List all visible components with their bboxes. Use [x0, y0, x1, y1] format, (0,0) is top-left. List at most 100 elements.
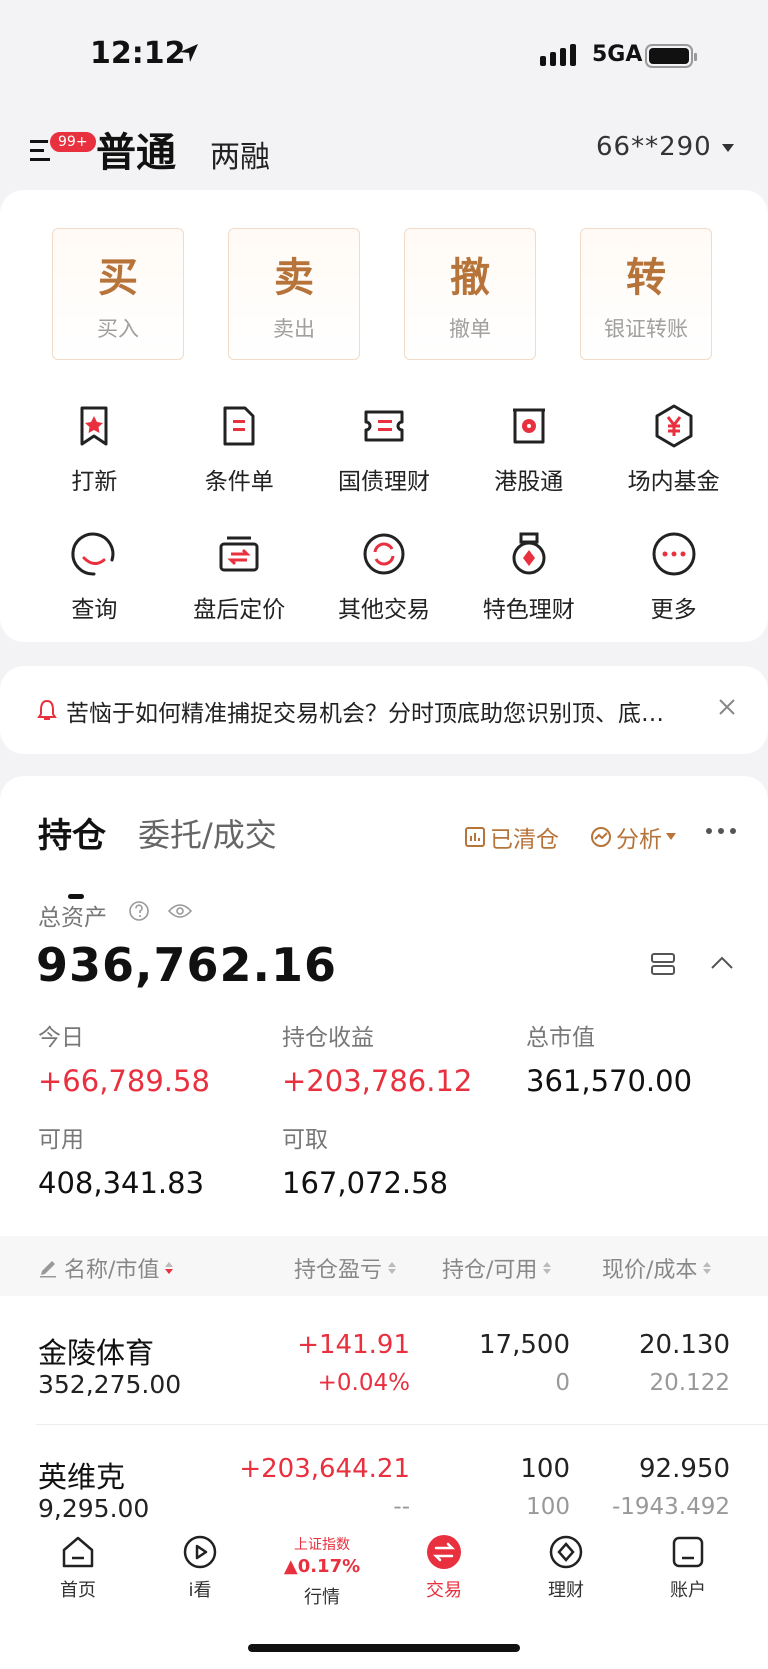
- metric-value: +203,786.12: [282, 1064, 473, 1098]
- tab-margin[interactable]: 两融: [210, 132, 270, 176]
- stock-position: 17,500: [479, 1330, 570, 1360]
- chevron-up-icon[interactable]: [710, 956, 734, 970]
- index-name: 上证指数: [294, 1537, 350, 1553]
- account-selector[interactable]: 66**290: [596, 132, 712, 162]
- total-assets-value: 936,762.16: [36, 938, 338, 992]
- chevron-down-icon[interactable]: [722, 144, 734, 152]
- stock-name: 英维克: [38, 1460, 126, 1494]
- pencil-icon: [40, 1261, 56, 1278]
- layout-toggle-icon[interactable]: [650, 952, 676, 976]
- grid-item-condition-order[interactable]: 条件单: [167, 402, 312, 496]
- tab-market[interactable]: 上证指数 ▲0.17% 行情: [272, 1534, 372, 1609]
- sort-icon: [165, 1262, 174, 1274]
- message-badge: 99+: [48, 130, 98, 154]
- grid-item-hk-connect[interactable]: 港股通: [456, 402, 601, 496]
- index-change-value: 0.17%: [297, 1556, 361, 1577]
- grid-item-query[interactable]: 查询: [22, 530, 167, 624]
- tab-finance[interactable]: 理财: [516, 1534, 616, 1602]
- status-bar: 12:12 5GA: [0, 0, 768, 110]
- bank-transfer-button[interactable]: 转 银证转账: [580, 228, 712, 360]
- medal-icon: [512, 532, 546, 575]
- tab-account[interactable]: 账户: [638, 1534, 738, 1602]
- cancel-glyph: 撤: [450, 255, 490, 301]
- total-assets-label: 总资产: [38, 905, 107, 931]
- grid-label: 盘后定价: [193, 597, 286, 623]
- buy-button[interactable]: 买 买入: [52, 228, 184, 360]
- tab-watch[interactable]: i看: [150, 1534, 250, 1602]
- cleared-button[interactable]: 已清仓: [464, 820, 559, 854]
- help-icon[interactable]: [128, 900, 150, 922]
- grid-item-more[interactable]: 更多: [601, 530, 746, 624]
- transfer-label: 银证转账: [604, 317, 688, 341]
- table-row[interactable]: 金陵体育 352,275.00 +141.91 +0.04% 17,500 0 …: [0, 1300, 768, 1418]
- tab-label: 首页: [60, 1580, 96, 1601]
- metric-label: 总市值: [526, 1025, 595, 1051]
- grid-label: 条件单: [204, 469, 274, 495]
- column-header: 持仓/可用: [442, 1258, 538, 1283]
- column-name-sort[interactable]: 名称/市值: [38, 1252, 174, 1284]
- stock-available: 100: [526, 1494, 570, 1520]
- more-options-icon[interactable]: [706, 828, 736, 834]
- grid-label: 港股通: [494, 469, 564, 495]
- grid-item-after-hours[interactable]: 盘后定价: [167, 530, 312, 624]
- grid-item-treasury[interactable]: 国债理财: [312, 402, 457, 496]
- grid-item-fund[interactable]: 场内基金: [601, 402, 746, 496]
- after-hours-icon: [219, 536, 259, 572]
- metric-position-pnl: 持仓收益 +203,786.12: [282, 1018, 472, 1098]
- bottom-tab-bar: 首页 i看 上证指数 ▲0.17% 行情 交易 理财 账户: [0, 1520, 768, 1669]
- tab-orders[interactable]: 委托/成交: [138, 810, 277, 856]
- trade-swap-icon: [427, 1535, 461, 1569]
- tab-home[interactable]: 首页: [28, 1534, 128, 1602]
- stock-cost: 20.122: [649, 1370, 730, 1396]
- metric-label: 今日: [38, 1025, 84, 1051]
- grid-label: 国债理财: [337, 469, 430, 495]
- grid-item-ipo[interactable]: 打新: [22, 402, 167, 496]
- column-position-sort[interactable]: 持仓/可用: [442, 1252, 552, 1284]
- buy-glyph: 买: [98, 255, 138, 301]
- function-grid: 打新 条件单 国债理财 港股通 场内基金 查询 盘后定价 其他交易 特色理财 更…: [0, 402, 768, 624]
- grid-label: 特色理财: [482, 597, 575, 623]
- cancel-order-button[interactable]: 撤 撤单: [404, 228, 536, 360]
- tab-label: 账户: [670, 1580, 706, 1601]
- index-change: ▲0.17%: [283, 1556, 361, 1577]
- column-price-sort[interactable]: 现价/成本: [602, 1252, 712, 1284]
- close-icon[interactable]: [716, 696, 738, 718]
- tab-trade[interactable]: 交易: [394, 1534, 494, 1602]
- metric-withdrawable: 可取 167,072.58: [282, 1120, 448, 1200]
- stock-price: 20.130: [639, 1330, 730, 1360]
- cancel-label: 撤单: [449, 317, 491, 341]
- grid-item-featured-finance[interactable]: 特色理财: [456, 530, 601, 624]
- metric-value: 408,341.83: [38, 1166, 205, 1200]
- sell-glyph: 卖: [274, 255, 314, 301]
- condition-order-icon: [223, 406, 255, 446]
- grid-item-other-trade[interactable]: 其他交易: [312, 530, 457, 624]
- yen-hexagon-icon: [655, 404, 693, 448]
- column-pnl-sort[interactable]: 持仓盈亏: [294, 1252, 397, 1284]
- refresh-circle-icon: [363, 533, 405, 575]
- stock-market-value: 9,295.00: [38, 1494, 150, 1523]
- analysis-button[interactable]: 分析: [590, 820, 676, 854]
- more-dots-icon: [652, 532, 696, 576]
- tab-label: i看: [188, 1580, 212, 1601]
- transfer-glyph: 转: [626, 255, 666, 301]
- diamond-circle-icon: [549, 1535, 583, 1569]
- query-icon: [71, 532, 115, 576]
- notice-banner[interactable]: 苦恼于如何精准捕捉交易机会？分时顶底助您识别顶、底信号: [0, 666, 768, 754]
- metric-label: 可取: [282, 1127, 328, 1153]
- sort-icon: [388, 1262, 397, 1274]
- stock-name: 金陵体育: [38, 1336, 155, 1370]
- analysis-icon: [591, 827, 611, 847]
- eye-icon[interactable]: [168, 902, 192, 920]
- stock-market-value: 352,275.00: [38, 1370, 182, 1399]
- grid-label: 打新: [71, 469, 118, 495]
- stock-price: 92.950: [639, 1454, 730, 1484]
- grid-label: 更多: [650, 597, 697, 623]
- tab-normal[interactable]: 普通: [96, 120, 176, 178]
- tab-holdings[interactable]: 持仓: [38, 808, 106, 857]
- sell-button[interactable]: 卖 卖出: [228, 228, 360, 360]
- column-header: 名称/市值: [64, 1258, 160, 1283]
- sell-label: 卖出: [273, 317, 315, 341]
- treasury-ticket-icon: [364, 410, 404, 442]
- hk-connect-icon: [512, 408, 545, 444]
- home-icon: [62, 1536, 94, 1568]
